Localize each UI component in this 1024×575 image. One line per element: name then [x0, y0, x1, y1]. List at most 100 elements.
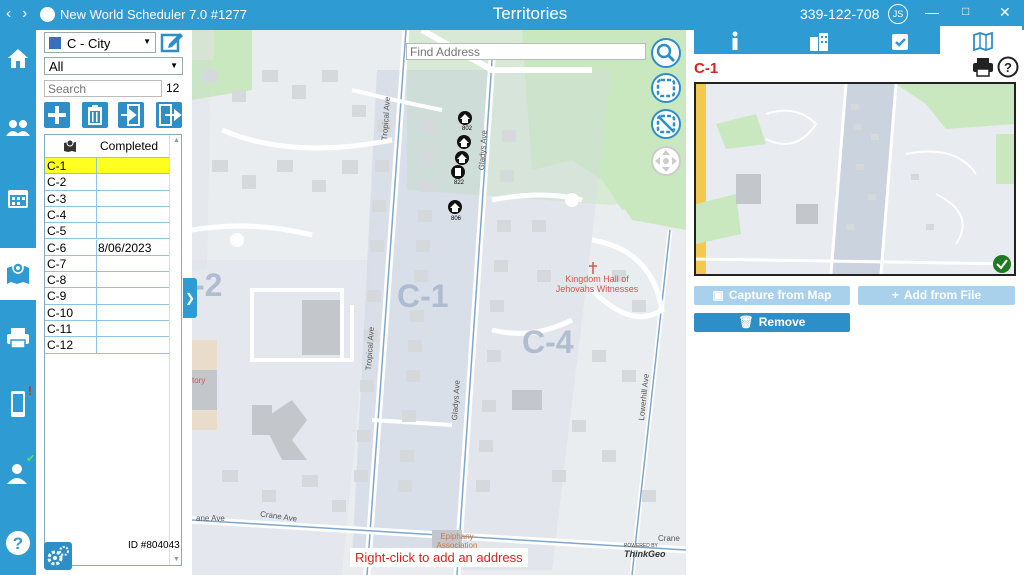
territory-name: C-9 [47, 289, 67, 304]
svg-text:?: ? [13, 534, 23, 553]
territory-name: C-3 [47, 191, 67, 206]
territory-type-select[interactable]: C - City ▼ [44, 32, 156, 53]
calendar-icon[interactable] [0, 178, 36, 218]
house-marker-icon [448, 200, 462, 214]
territory-type-value: C - City [67, 36, 111, 51]
map-preview-image [694, 82, 1016, 276]
table-row[interactable]: C-8 [45, 272, 169, 289]
territory-name: C-6 [47, 240, 67, 255]
congregation-id: 339-122-708 [800, 6, 880, 22]
home-icon[interactable] [0, 38, 36, 78]
territory-map[interactable]: 802 822 806 C-1 -2 C-4 Kingdom Hall of J… [192, 30, 686, 575]
completed-column-header[interactable]: Completed [100, 135, 158, 157]
chevron-down-icon: ▼ [143, 37, 151, 46]
settings-button[interactable] [44, 542, 72, 570]
filter-select[interactable]: All ▼ [44, 57, 183, 75]
delete-button[interactable] [82, 102, 108, 128]
chevron-down-icon: ▼ [170, 61, 178, 70]
table-row[interactable]: C-4 [45, 206, 169, 224]
help-icon[interactable]: ? [0, 522, 36, 562]
select-region-button[interactable] [651, 73, 681, 103]
globe-icon [40, 7, 55, 22]
table-row[interactable]: C-6 8/06/2023 [45, 239, 169, 256]
search-input[interactable] [44, 80, 162, 97]
territory-name: C-12 [47, 338, 74, 353]
territory-name: C-2 [47, 175, 67, 190]
table-row[interactable]: C-10 [45, 304, 169, 321]
window-title: Territories [492, 4, 568, 23]
export-button[interactable] [156, 102, 182, 128]
building-marker-icon [451, 165, 465, 179]
main-sidebar: ! ✔ ? [0, 30, 36, 575]
territory-list-panel: C - City ▼ All ▼ 12 Completed C-1 C-2 C-… [36, 30, 192, 575]
completed-date: 8/06/2023 [98, 240, 152, 255]
filter-value: All [49, 59, 64, 74]
maximize-icon[interactable]: □ [962, 4, 969, 18]
pan-icon[interactable] [651, 146, 681, 176]
house-marker-icon [457, 135, 471, 149]
territory-label-c2: -2 [194, 267, 223, 303]
forward-icon[interactable]: › [22, 5, 27, 23]
collapse-panel-button[interactable]: ❯ [183, 278, 197, 318]
table-row[interactable]: C-3 [45, 190, 169, 207]
table-row[interactable]: C-5 [45, 223, 169, 240]
table-row[interactable]: C-1 [45, 158, 169, 175]
table-row[interactable]: C-9 [45, 288, 169, 305]
capture-from-map-button[interactable]: ▣ Capture from Map [694, 286, 850, 305]
tab-info[interactable] [694, 26, 776, 54]
territory-name: C-4 [47, 207, 67, 222]
kingdom-hall-label: Kingdom Hall of Jehovahs Witnesses [555, 274, 639, 294]
street-label: ane Ave [196, 514, 225, 523]
table-row[interactable]: C-7 [45, 255, 169, 273]
remove-button[interactable]: 🗑 Remove [694, 313, 850, 332]
import-button[interactable] [118, 102, 144, 128]
thinkgeo-logo: ThinkGeo [624, 549, 666, 559]
back-icon[interactable]: ‹ [6, 5, 11, 23]
user-check-icon[interactable]: ✔ [0, 452, 36, 492]
territory-label-c1: C-1 [397, 278, 449, 314]
remove-label: Remove [758, 315, 806, 329]
territory-name: C-8 [47, 273, 67, 288]
trash-icon: 🗑 [738, 315, 754, 329]
territory-table: Completed C-1 C-2 C-3 C-4 C-5 C-6 8/06/20… [44, 134, 182, 566]
tab-map[interactable] [940, 26, 1022, 54]
detail-tabs [694, 26, 1024, 54]
house-number: 802 [462, 126, 473, 132]
house-number: 822 [454, 180, 465, 186]
house-marker-icon [458, 111, 472, 125]
camera-icon: ▣ [712, 288, 724, 302]
clear-selection-button[interactable] [651, 109, 681, 139]
edit-icon[interactable] [160, 30, 184, 59]
plus-icon: + [891, 288, 899, 302]
svg-text:?: ? [1004, 60, 1012, 75]
territory-title: C-1 [694, 60, 719, 77]
table-scrollbar[interactable]: ▲ ▼ [169, 135, 181, 565]
mobile-alert-icon[interactable]: ! [0, 382, 36, 422]
house-number: 806 [451, 216, 462, 222]
add-from-file-label: Add from File [903, 288, 982, 302]
tab-buildings[interactable] [776, 26, 858, 54]
tab-calendar-check[interactable] [858, 26, 940, 54]
capture-from-map-label: Capture from Map [728, 288, 832, 302]
map-pin-column-icon [63, 135, 77, 157]
close-icon[interactable]: ✕ [999, 4, 1011, 21]
add-button[interactable] [44, 102, 70, 128]
people-icon[interactable] [0, 108, 36, 148]
help-icon[interactable]: ? [997, 56, 1019, 83]
partial-poi-label: tory [192, 376, 206, 385]
map-search-button[interactable] [651, 38, 681, 68]
table-row[interactable]: C-12 [45, 337, 169, 354]
street-label: Crane [658, 534, 680, 543]
app-name: New World Scheduler 7.0 #1277 [60, 7, 247, 22]
add-from-file-button[interactable]: + Add from File [858, 286, 1015, 305]
printer-icon[interactable] [972, 56, 994, 83]
map-icon[interactable] [0, 248, 36, 300]
find-address-input[interactable] [406, 43, 646, 60]
user-avatar[interactable]: JS [888, 4, 908, 24]
printer-icon[interactable] [0, 318, 36, 358]
territory-label-c4: C-4 [522, 324, 574, 360]
territory-name: C-11 [47, 322, 73, 336]
minimize-icon[interactable]: — [925, 4, 939, 20]
table-row[interactable]: C-11 [45, 321, 169, 338]
table-row[interactable]: C-2 [45, 174, 169, 191]
